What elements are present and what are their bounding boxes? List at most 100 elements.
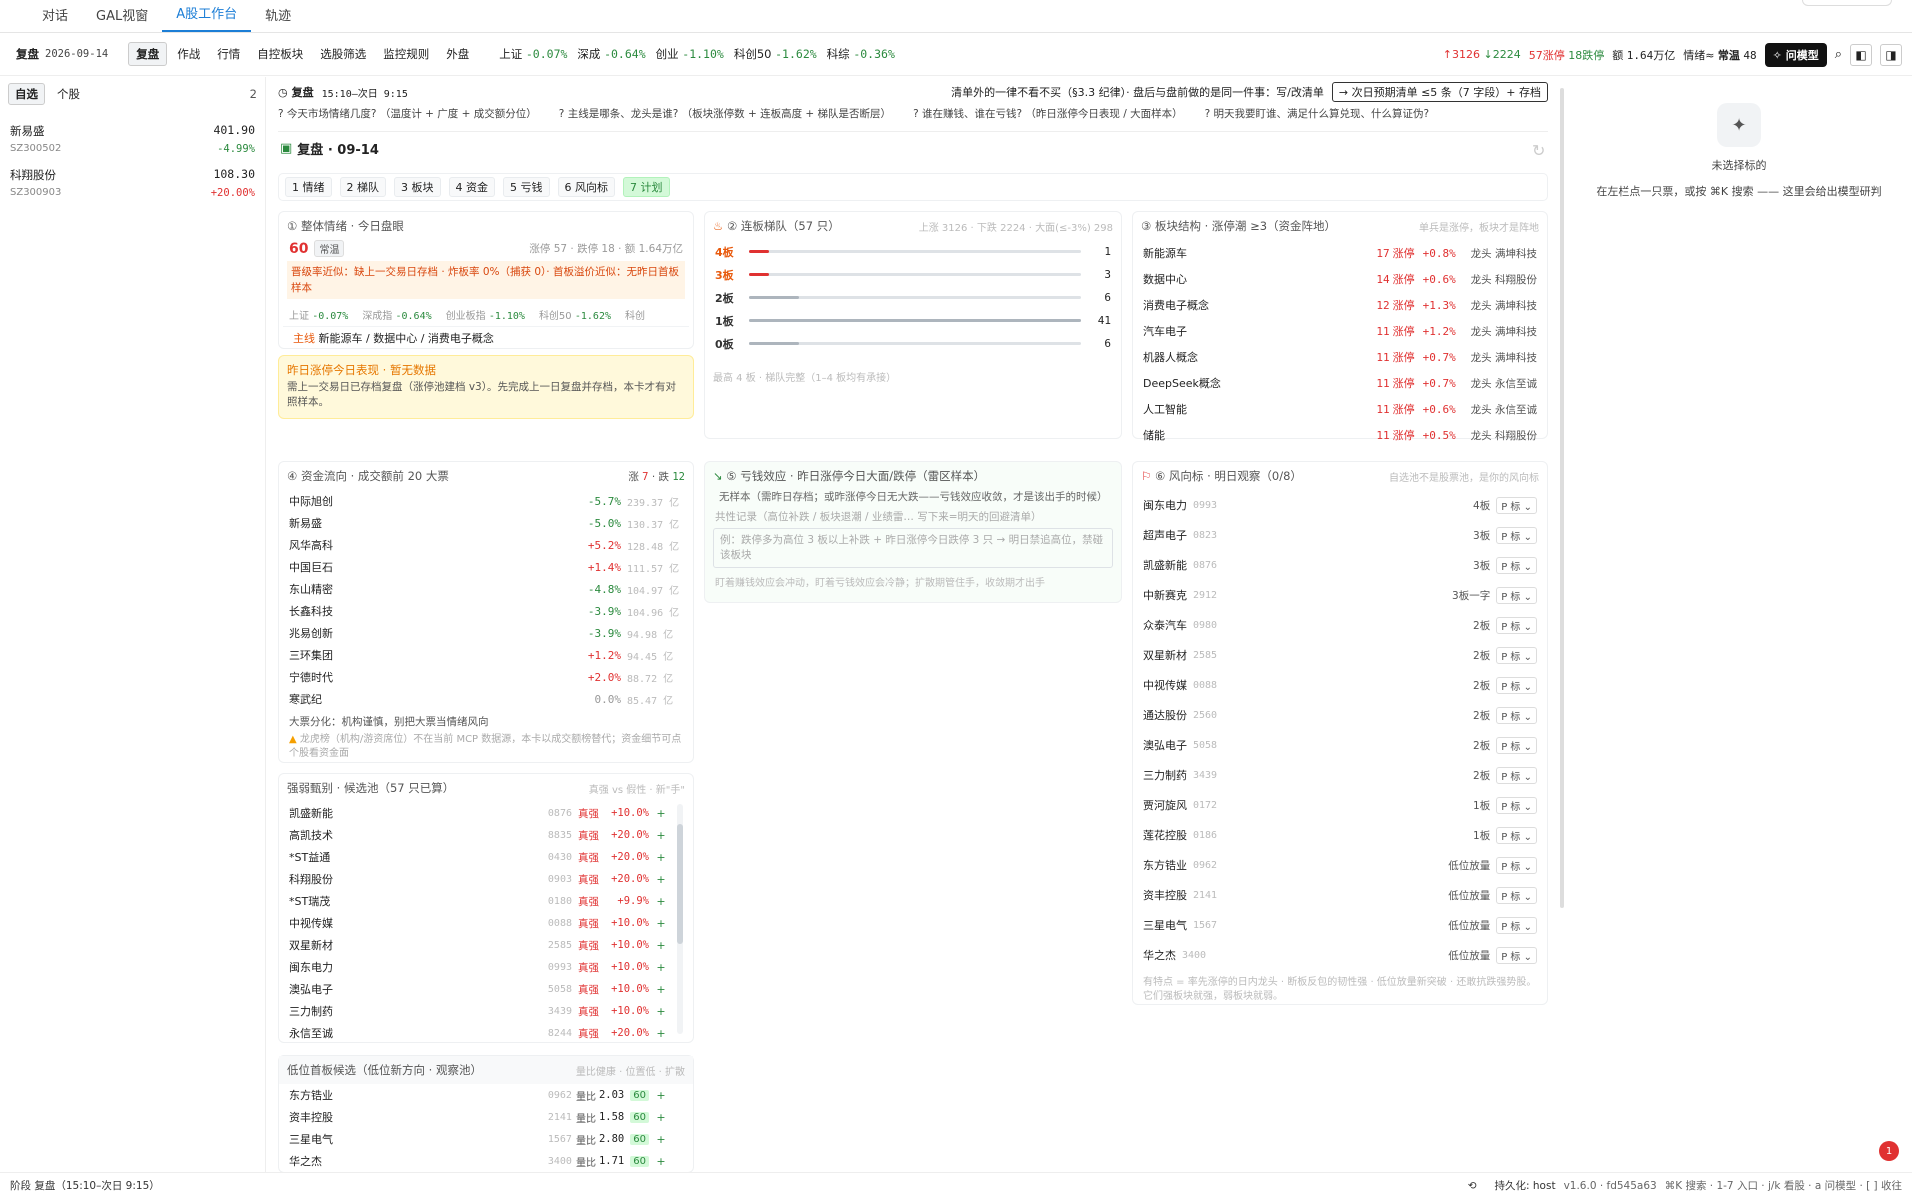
ladder-row[interactable]: 4板 1 <box>705 240 1121 263</box>
sector-row[interactable]: 汽车电子 11 涨停 +1.2% 龙头 满坤科技 <box>1133 318 1547 344</box>
vane-row[interactable]: 东方锆业 0962 低位放量 P 标 ⌄ <box>1133 850 1547 880</box>
step-6[interactable]: 6 风向标 <box>557 177 615 197</box>
step-2[interactable]: 2 梯队 <box>339 177 386 197</box>
add-icon[interactable]: + <box>655 1155 667 1168</box>
tag-dropdown[interactable]: P 标 ⌄ <box>1496 586 1537 604</box>
layout-left-icon[interactable]: ◧ <box>1850 43 1872 66</box>
add-icon[interactable]: + <box>655 961 667 974</box>
plan-button[interactable]: → 次日预期清单 ≤5 条（7 字段）+ 存档 <box>1331 82 1548 102</box>
lowpos-row[interactable]: 资丰控股 2141 量比 1.58 60 + <box>279 1106 693 1128</box>
btn-foreign[interactable]: 外盘 <box>439 43 476 65</box>
tab-trace[interactable]: 轨迹 <box>251 5 305 32</box>
add-icon[interactable]: + <box>655 851 667 864</box>
vane-row[interactable]: 澳弘电子 5058 2板 P 标 ⌄ <box>1133 730 1547 760</box>
notification-badge[interactable]: 1 <box>1879 1141 1899 1161</box>
add-icon[interactable]: + <box>655 1027 667 1040</box>
vane-row[interactable]: 贾河旋风 0172 1板 P 标 ⌄ <box>1133 790 1547 820</box>
tab-stock[interactable]: 个股 <box>51 84 86 104</box>
fund-row[interactable]: 风华高科 +5.2% 128.48 亿 <box>279 534 693 556</box>
add-icon[interactable]: + <box>655 1111 667 1124</box>
btn-quotes[interactable]: 行情 <box>210 43 247 65</box>
btn-sectors[interactable]: 自控板块 <box>250 43 310 65</box>
vane-row[interactable]: 通达股份 2560 2板 P 标 ⌄ <box>1133 700 1547 730</box>
step-1[interactable]: 1 情绪 <box>285 177 332 197</box>
add-icon[interactable]: + <box>655 1089 667 1102</box>
add-icon[interactable]: + <box>655 939 667 952</box>
tag-dropdown[interactable]: P 标 ⌄ <box>1496 766 1537 784</box>
add-icon[interactable]: + <box>655 1005 667 1018</box>
candidate-row[interactable]: 三力制药 3439 真强 +10.0% + <box>279 1000 693 1022</box>
vane-row[interactable]: 闽东电力 0993 4板 P 标 ⌄ <box>1133 490 1547 520</box>
fund-row[interactable]: 中国巨石 +1.4% 111.57 亿 <box>279 556 693 578</box>
fund-row[interactable]: 新易盛 -5.0% 130.37 亿 <box>279 512 693 534</box>
vane-row[interactable]: 华之杰 3400 低位放量 P 标 ⌄ <box>1133 940 1547 970</box>
vane-row[interactable]: 三力制药 3439 2板 P 标 ⌄ <box>1133 760 1547 790</box>
candidate-row[interactable]: 凯盛新能 0876 真强 +10.0% + <box>279 802 693 824</box>
fund-row[interactable]: 长鑫科技 -3.9% 104.96 亿 <box>279 600 693 622</box>
vane-row[interactable]: 超声电子 0823 3板 P 标 ⌄ <box>1133 520 1547 550</box>
sector-row[interactable]: 数据中心 14 涨停 +0.6% 龙头 科翔股份 <box>1133 266 1547 292</box>
tag-dropdown[interactable]: P 标 ⌄ <box>1496 826 1537 844</box>
list-scrollbar[interactable] <box>677 804 683 1034</box>
fund-row[interactable]: 三环集团 +1.2% 94.45 亿 <box>279 644 693 666</box>
fund-row[interactable]: 寒武纪 0.0% 85.47 亿 <box>279 688 693 710</box>
tag-dropdown[interactable]: P 标 ⌄ <box>1496 856 1537 874</box>
add-icon[interactable]: + <box>655 983 667 996</box>
vane-row[interactable]: 双星新材 2585 2板 P 标 ⌄ <box>1133 640 1547 670</box>
lowpos-row[interactable]: 华之杰 3400 量比 1.71 60 + <box>279 1150 693 1172</box>
tag-dropdown[interactable]: P 标 ⌄ <box>1496 616 1537 634</box>
watch-item[interactable]: 新易盛 401.90 SZ300502 -4.99% <box>0 111 265 159</box>
vane-row[interactable]: 资丰控股 2141 低位放量 P 标 ⌄ <box>1133 880 1547 910</box>
tag-dropdown[interactable]: P 标 ⌄ <box>1496 676 1537 694</box>
btn-screener[interactable]: 选股筛选 <box>313 43 373 65</box>
candidate-row[interactable]: 永信至诚 8244 真强 +20.0% + <box>279 1022 693 1044</box>
tag-dropdown[interactable]: P 标 ⌄ <box>1496 916 1537 934</box>
sector-row[interactable]: DeepSeek概念 11 涨停 +0.7% 龙头 永信至诚 <box>1133 370 1547 396</box>
tab-chat[interactable]: 对话 <box>28 5 82 32</box>
candidate-row[interactable]: 高凯技术 8835 真强 +20.0% + <box>279 824 693 846</box>
add-icon[interactable]: + <box>655 895 667 908</box>
add-icon[interactable]: + <box>655 807 667 820</box>
tag-dropdown[interactable]: P 标 ⌄ <box>1496 886 1537 904</box>
tab-a-share[interactable]: A股工作台 <box>162 3 252 32</box>
layout-right-icon[interactable]: ◨ <box>1880 43 1902 66</box>
ladder-row[interactable]: 0板 6 <box>705 332 1121 355</box>
add-icon[interactable]: + <box>655 829 667 842</box>
add-icon[interactable]: + <box>655 1133 667 1146</box>
tag-dropdown[interactable]: P 标 ⌄ <box>1496 526 1537 544</box>
vane-row[interactable]: 三星电气 1567 低位放量 P 标 ⌄ <box>1133 910 1547 940</box>
btn-review[interactable]: 复盘 <box>128 42 168 66</box>
tag-dropdown[interactable]: P 标 ⌄ <box>1496 946 1537 964</box>
candidate-row[interactable]: 闽东电力 0993 真强 +10.0% + <box>279 956 693 978</box>
ladder-row[interactable]: 3板 3 <box>705 263 1121 286</box>
fund-row[interactable]: 中际旭创 -5.7% 239.37 亿 <box>279 490 693 512</box>
tag-dropdown[interactable]: P 标 ⌄ <box>1496 736 1537 754</box>
btn-monitor[interactable]: 监控规则 <box>376 43 436 65</box>
btn-combat[interactable]: 作战 <box>170 43 207 65</box>
refresh-icon[interactable]: ↻ <box>1532 141 1545 160</box>
sector-row[interactable]: 机器人概念 11 涨停 +0.7% 龙头 满坤科技 <box>1133 344 1547 370</box>
step-7[interactable]: 7 计划 <box>623 177 670 197</box>
vane-row[interactable]: 众泰汽车 0980 2板 P 标 ⌄ <box>1133 610 1547 640</box>
add-icon[interactable]: + <box>655 873 667 886</box>
add-icon[interactable]: + <box>655 917 667 930</box>
sector-row[interactable]: 消费电子概念 12 涨停 +1.3% 龙头 满坤科技 <box>1133 292 1547 318</box>
candidate-row[interactable]: 中视传媒 0088 真强 +10.0% + <box>279 912 693 934</box>
step-4[interactable]: 4 资金 <box>448 177 495 197</box>
candidate-row[interactable]: 科翔股份 0903 真强 +20.0% + <box>279 868 693 890</box>
sector-row[interactable]: 储能 11 涨停 +0.5% 龙头 科翔股份 <box>1133 422 1547 448</box>
tab-watchlist[interactable]: 自选 <box>8 83 45 105</box>
vane-row[interactable]: 凯盛新能 0876 3板 P 标 ⌄ <box>1133 550 1547 580</box>
ask-model-button[interactable]: ✧ 问模型 <box>1764 42 1827 67</box>
fund-row[interactable]: 宁德时代 +2.0% 88.72 亿 <box>279 666 693 688</box>
step-5[interactable]: 5 亏钱 <box>503 177 550 197</box>
watch-item[interactable]: 科翔股份 108.30 SZ300903 +20.00% <box>0 159 265 203</box>
candidate-row[interactable]: *ST瑞茂 0180 真强 +9.9% + <box>279 890 693 912</box>
ladder-row[interactable]: 1板 41 <box>705 309 1121 332</box>
tab-gal[interactable]: GAL视窗 <box>82 5 162 32</box>
lowpos-row[interactable]: 东方锆业 0962 量比 2.03 60 + <box>279 1084 693 1106</box>
tag-dropdown[interactable]: P 标 ⌄ <box>1496 706 1537 724</box>
candidate-row[interactable]: 双星新材 2585 真强 +10.0% + <box>279 934 693 956</box>
tag-dropdown[interactable]: P 标 ⌄ <box>1496 556 1537 574</box>
tag-dropdown[interactable]: P 标 ⌄ <box>1496 496 1537 514</box>
